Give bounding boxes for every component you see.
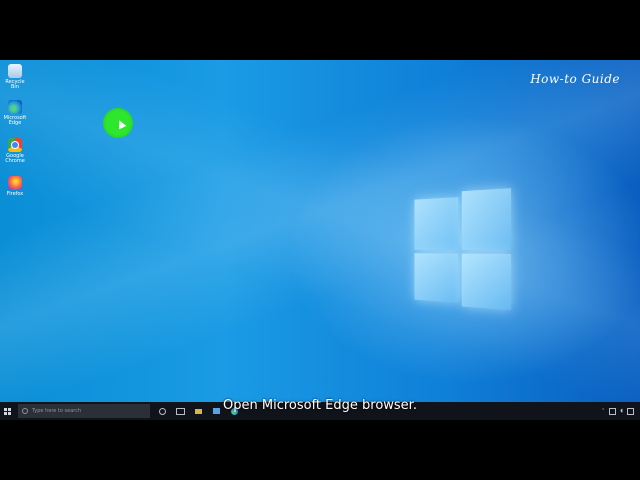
desktop-icon-label: Google Chrome [5, 153, 25, 164]
logo-pane [461, 188, 512, 250]
edge-icon [8, 100, 22, 114]
taskbar: Type here to search ⌃ ◖ [0, 402, 640, 420]
taskbar-app-edge[interactable] [228, 405, 240, 417]
cortana-icon [158, 407, 166, 415]
task-view-icon [175, 407, 185, 415]
watermark: How-to Guide [530, 72, 620, 86]
chevron-up-icon[interactable]: ⌃ [601, 408, 605, 414]
logo-pane [414, 253, 459, 303]
desktop-icon-label: Firefox [6, 191, 24, 197]
wallpaper-light-beam [0, 60, 640, 420]
system-tray: ⌃ ◖ [601, 402, 634, 420]
desktop-icon-google-chrome[interactable]: Google Chrome [2, 138, 28, 164]
taskbar-app-store[interactable] [210, 405, 222, 417]
desktop-icon-recycle-bin[interactable]: Recycle Bin [2, 64, 28, 90]
logo-pane [414, 197, 459, 250]
desktop-icon-label: Microsoft Edge [3, 115, 27, 126]
volume-icon[interactable]: ◖ [620, 408, 623, 414]
firefox-icon [8, 176, 22, 190]
store-icon [212, 408, 220, 414]
taskbar-app-file-explorer[interactable] [192, 405, 204, 417]
windows-start-icon [3, 407, 11, 415]
logo-pane [461, 253, 512, 310]
chrome-icon [8, 138, 22, 152]
folder-icon [194, 408, 202, 414]
edge-icon [230, 407, 238, 415]
desktop-icon-firefox[interactable]: Firefox [2, 176, 28, 197]
notification-icon[interactable] [627, 407, 634, 415]
search-placeholder: Type here to search [32, 408, 82, 414]
start-button[interactable] [0, 402, 14, 420]
network-icon[interactable] [609, 407, 617, 415]
search-icon [22, 408, 28, 414]
desktop[interactable]: How-to Guide Recycle Bin Microsoft Edge … [0, 60, 640, 420]
desktop-icon-microsoft-edge[interactable]: Microsoft Edge [2, 100, 28, 126]
taskbar-search-box[interactable]: Type here to search [18, 404, 150, 418]
recycle-bin-icon [8, 64, 22, 78]
windows-logo-wallpaper [414, 188, 513, 310]
desktop-icon-label: Recycle Bin [5, 79, 25, 90]
cortana-button[interactable] [156, 405, 168, 417]
task-view-button[interactable] [174, 405, 186, 417]
